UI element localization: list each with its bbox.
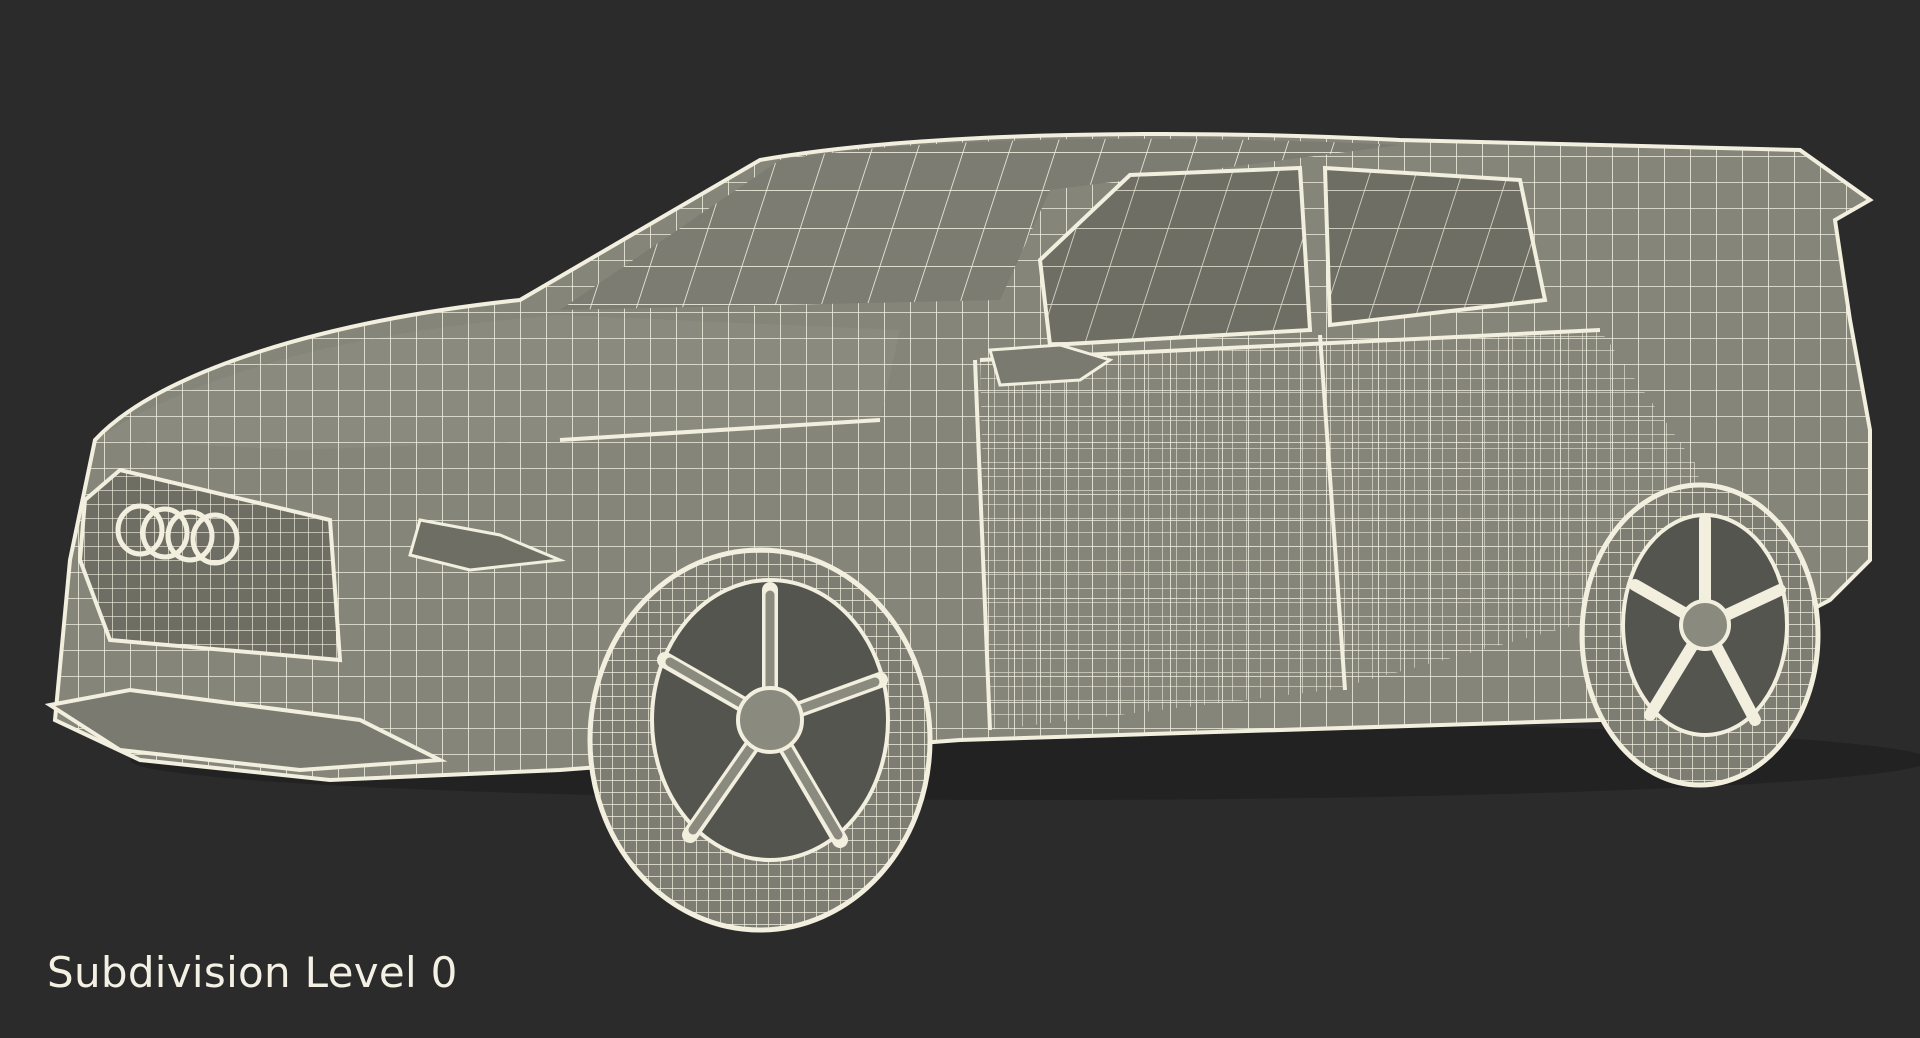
subdivision-level-caption: Subdivision Level 0 [47, 948, 458, 997]
front-wheel [587, 547, 933, 933]
car-wireframe-render [44, 132, 1920, 933]
render-viewport: Subdivision Level 0 [0, 0, 1920, 1038]
rear-wheel [1579, 482, 1821, 788]
